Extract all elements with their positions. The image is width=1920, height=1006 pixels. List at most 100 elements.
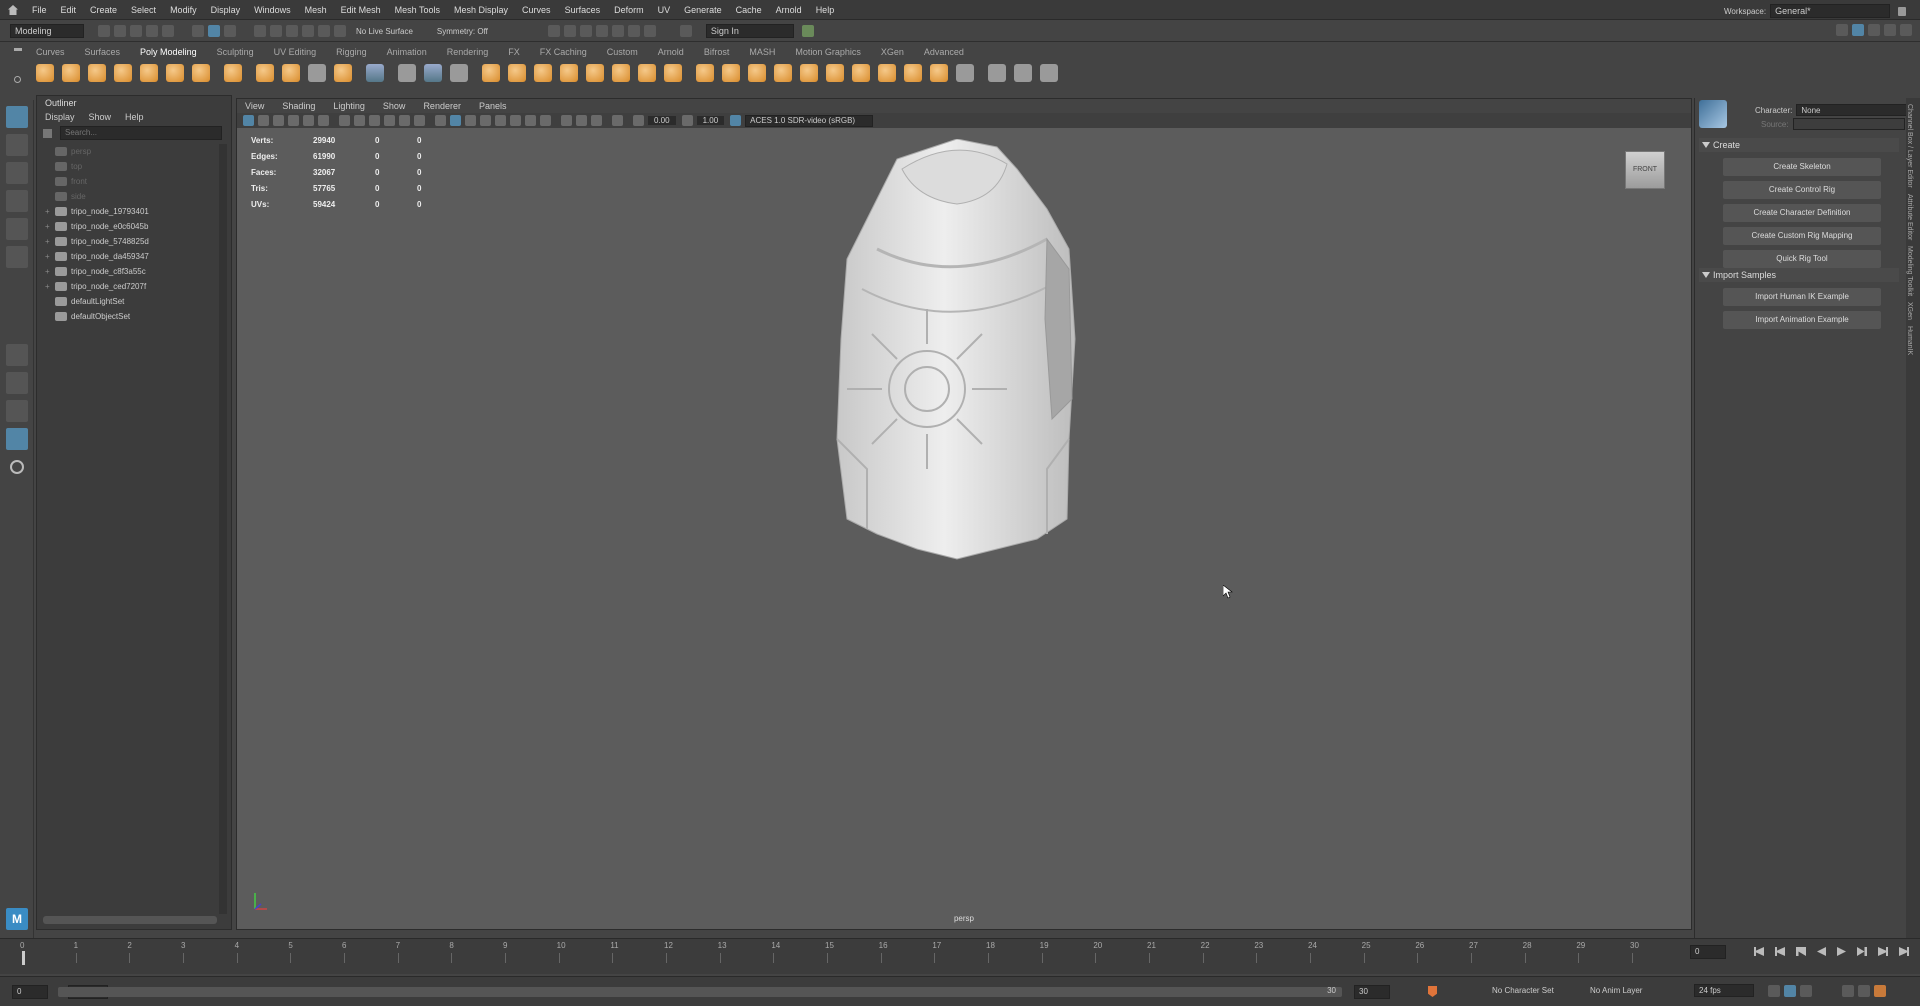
- fill-hole-icon[interactable]: [612, 64, 630, 82]
- save-scene-icon[interactable]: [130, 25, 142, 37]
- select-tool-icon[interactable]: [6, 106, 28, 128]
- fps-dropdown[interactable]: 24 fps: [1694, 984, 1754, 997]
- loop-icon[interactable]: [1768, 985, 1780, 997]
- menu-deform[interactable]: Deform: [614, 5, 644, 15]
- two-view-icon[interactable]: [6, 400, 28, 422]
- menu-generate[interactable]: Generate: [684, 5, 722, 15]
- smooth-icon[interactable]: [482, 64, 500, 82]
- expand-icon[interactable]: +: [45, 267, 55, 276]
- live-surface-label[interactable]: No Live Surface: [356, 27, 413, 36]
- menu-create[interactable]: Create: [90, 5, 117, 15]
- wireframe-icon[interactable]: [435, 115, 446, 126]
- rotate-tool-icon[interactable]: [6, 218, 28, 240]
- viewport-menu-renderer[interactable]: Renderer: [423, 101, 461, 111]
- merge-icon[interactable]: [774, 64, 792, 82]
- menu-uv[interactable]: UV: [658, 5, 671, 15]
- color-space-dropdown[interactable]: ACES 1.0 SDR-video (sRGB): [745, 114, 874, 127]
- zoom-search-icon[interactable]: [10, 460, 24, 474]
- outliner-item[interactable]: defaultObjectSet: [37, 309, 231, 324]
- step-forward-key-icon[interactable]: [1878, 947, 1888, 956]
- shelf-tab-custom[interactable]: Custom: [607, 47, 638, 57]
- workspace-dropdown[interactable]: General*: [1770, 4, 1891, 18]
- select-hierarchy-icon[interactable]: [192, 25, 204, 37]
- select-component-icon[interactable]: [224, 25, 236, 37]
- step-forward-icon[interactable]: [1857, 947, 1867, 956]
- shelf-tab-curves[interactable]: Curves: [36, 47, 65, 57]
- shelf-tab-uv-editing[interactable]: UV Editing: [274, 47, 317, 57]
- color-management-icon[interactable]: [730, 115, 742, 126]
- grease-pencil-icon[interactable]: [318, 115, 329, 126]
- current-time-marker[interactable]: [22, 951, 25, 965]
- quick-rig-tool-button[interactable]: Quick Rig Tool: [1723, 250, 1881, 268]
- side-tab[interactable]: Modeling Toolkit: [1906, 246, 1913, 296]
- new-scene-icon[interactable]: [98, 25, 110, 37]
- shelf-tab-arnold[interactable]: Arnold: [658, 47, 684, 57]
- shelf-tab-mash[interactable]: MASH: [749, 47, 775, 57]
- viewport-menu-shading[interactable]: Shading: [282, 101, 315, 111]
- platonic-solid-icon[interactable]: [224, 64, 242, 82]
- mirror-icon[interactable]: [398, 64, 416, 82]
- time-slider[interactable]: 0 1 2 3 4 5 6 7 8 9 10 11 12 13 14 15 16 17 18 19 20 21 22 23 24…: [0, 938, 1920, 974]
- show-hud-icon[interactable]: [679, 25, 692, 37]
- shelf-tab-surfaces[interactable]: Surfaces: [85, 47, 121, 57]
- menu-modify[interactable]: Modify: [170, 5, 197, 15]
- viewport-menu-lighting[interactable]: Lighting: [333, 101, 365, 111]
- menu-curves[interactable]: Curves: [522, 5, 551, 15]
- snap-grid-icon[interactable]: [254, 25, 266, 37]
- menu-windows[interactable]: Windows: [254, 5, 291, 15]
- ambient-occlusion-icon[interactable]: [525, 115, 536, 126]
- character-options-icon[interactable]: [1874, 985, 1886, 997]
- shelf-tab-motion-graphics[interactable]: Motion Graphics: [795, 47, 861, 57]
- gamma-icon[interactable]: [681, 115, 693, 126]
- range-slider[interactable]: [58, 987, 1342, 997]
- play-backward-icon[interactable]: [1817, 947, 1826, 956]
- armor-model[interactable]: [807, 139, 1107, 579]
- camera-attr-icon[interactable]: [258, 115, 269, 126]
- menu-mesh-tools[interactable]: Mesh Tools: [395, 5, 440, 15]
- outliner-item[interactable]: persp: [37, 144, 231, 159]
- hud-toggle-icon[interactable]: [612, 115, 623, 126]
- snap-magnet-icon[interactable]: [334, 25, 346, 37]
- shelf-toggle-icon[interactable]: [14, 48, 22, 51]
- source-dropdown[interactable]: [1792, 118, 1905, 130]
- lights-icon[interactable]: [495, 115, 506, 126]
- anim-layer-label[interactable]: No Anim Layer: [1590, 986, 1642, 995]
- sound-icon[interactable]: [1842, 985, 1854, 997]
- menu-mesh-display[interactable]: Mesh Display: [454, 5, 508, 15]
- character-dropdown[interactable]: None: [1796, 104, 1909, 116]
- render-frame-icon[interactable]: [563, 25, 576, 37]
- separate-icon[interactable]: [450, 64, 468, 82]
- menu-surfaces[interactable]: Surfaces: [565, 5, 601, 15]
- target-weld-icon[interactable]: [1014, 64, 1032, 82]
- single-view-icon[interactable]: [6, 344, 28, 366]
- poly-cylinder-icon[interactable]: [88, 64, 106, 82]
- sweep-mesh-icon[interactable]: [282, 64, 300, 82]
- select-camera-icon[interactable]: [243, 115, 254, 126]
- shelf-tab-fx[interactable]: FX: [508, 47, 520, 57]
- expand-icon[interactable]: +: [45, 207, 55, 216]
- expand-icon[interactable]: +: [45, 237, 55, 246]
- isolate-select-icon[interactable]: [561, 115, 572, 126]
- outliner-menu-help[interactable]: Help: [125, 112, 144, 122]
- wedge-icon[interactable]: [852, 64, 870, 82]
- outliner-item[interactable]: + tripo_node_c8f3a55c: [37, 264, 231, 279]
- play-forward-icon[interactable]: [1837, 947, 1846, 956]
- lock-icon[interactable]: [1898, 6, 1907, 16]
- collapse-icon[interactable]: [904, 64, 922, 82]
- scene-start-field[interactable]: 0: [12, 985, 48, 999]
- retopo-icon[interactable]: [586, 64, 604, 82]
- exposure-value[interactable]: 0.00: [648, 116, 676, 125]
- poly-plane-icon[interactable]: [166, 64, 184, 82]
- expand-icon[interactable]: +: [45, 252, 55, 261]
- menu-file[interactable]: File: [32, 5, 47, 15]
- home-icon[interactable]: [8, 5, 18, 15]
- bevel-icon[interactable]: [748, 64, 766, 82]
- paint-select-icon[interactable]: [6, 162, 28, 184]
- step-back-key-icon[interactable]: [1775, 947, 1785, 956]
- image-plane-icon[interactable]: [288, 115, 299, 126]
- layout-tools-icon[interactable]: [1900, 24, 1912, 36]
- outliner-item[interactable]: + tripo_node_19793401: [37, 204, 231, 219]
- side-tab[interactable]: Channel Box / Layer Editor: [1906, 104, 1913, 188]
- connect-icon[interactable]: [1040, 64, 1058, 82]
- hypershade-icon[interactable]: [611, 25, 624, 37]
